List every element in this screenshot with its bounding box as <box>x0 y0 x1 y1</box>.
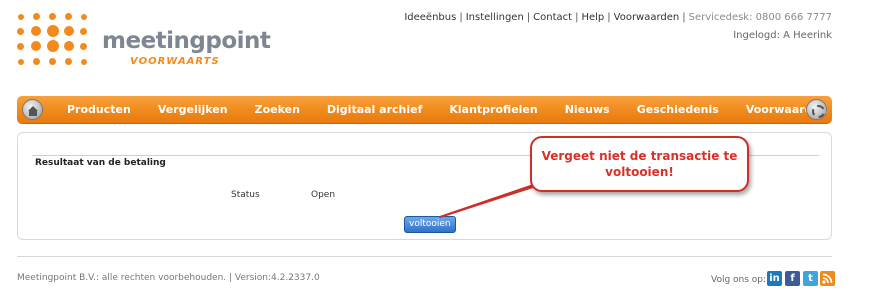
logo-name: meetingpoint <box>102 28 271 54</box>
servicedesk-text: Servicedesk: 0800 666 7777 <box>688 12 832 23</box>
status-label: Status <box>231 190 260 200</box>
nav-item-producten[interactable]: Producten <box>67 103 131 116</box>
top-links: Ideeënbus | Instellingen | Contact | Help | Voor… <box>404 12 832 23</box>
meetingpoint-logo[interactable]: meetingpoint VOORWAARTS <box>14 10 271 80</box>
section-title: Resultaat van de betaling <box>35 158 166 168</box>
link-instellingen[interactable]: Instellingen <box>466 12 524 23</box>
link-contact[interactable]: Contact <box>533 12 572 23</box>
voltooien-button[interactable]: voltooien <box>404 216 456 233</box>
twitter-icon[interactable]: t <box>803 271 818 286</box>
logo-dots-icon <box>14 10 90 74</box>
nav-items: Producten Vergelijken Zoeken Digitaal ar… <box>67 96 855 123</box>
nav-item-geschiedenis[interactable]: Geschiedenis <box>637 103 719 116</box>
callout-text: Vergeet niet de transactie te voltooien! <box>541 149 738 179</box>
footer-divider <box>17 256 832 257</box>
follow-us-label: Volg ons op: <box>711 275 767 285</box>
main-nav: Producten Vergelijken Zoeken Digitaal ar… <box>17 96 832 123</box>
status-value: Open <box>311 190 336 200</box>
link-help[interactable]: Help <box>581 12 604 23</box>
nav-item-zoeken[interactable]: Zoeken <box>255 103 300 116</box>
nav-item-nieuws[interactable]: Nieuws <box>565 103 610 116</box>
nav-item-klantprofielen[interactable]: Klantprofielen <box>449 103 537 116</box>
nav-item-digitaal-archief[interactable]: Digitaal archief <box>327 103 422 116</box>
reminder-callout: Vergeet niet de transactie te voltooien! <box>530 136 749 192</box>
linkedin-icon[interactable]: in <box>767 271 782 286</box>
rss-icon[interactable] <box>820 271 835 286</box>
home-icon[interactable] <box>22 99 43 120</box>
logo-tagline: VOORWAARTS <box>130 56 220 67</box>
facebook-icon[interactable]: f <box>785 271 800 286</box>
footer-copyright: Meetingpoint B.V.: alle rechten voorbeho… <box>17 273 320 283</box>
link-ideeenbus[interactable]: Ideeënbus <box>404 12 456 23</box>
login-status: Ingelogd: A Heerink <box>733 30 832 41</box>
link-voorwaarden[interactable]: Voorwaarden <box>614 12 680 23</box>
rss-glyph-icon <box>822 273 833 284</box>
gear-icon[interactable] <box>806 99 827 120</box>
nav-item-vergelijken[interactable]: Vergelijken <box>158 103 228 116</box>
